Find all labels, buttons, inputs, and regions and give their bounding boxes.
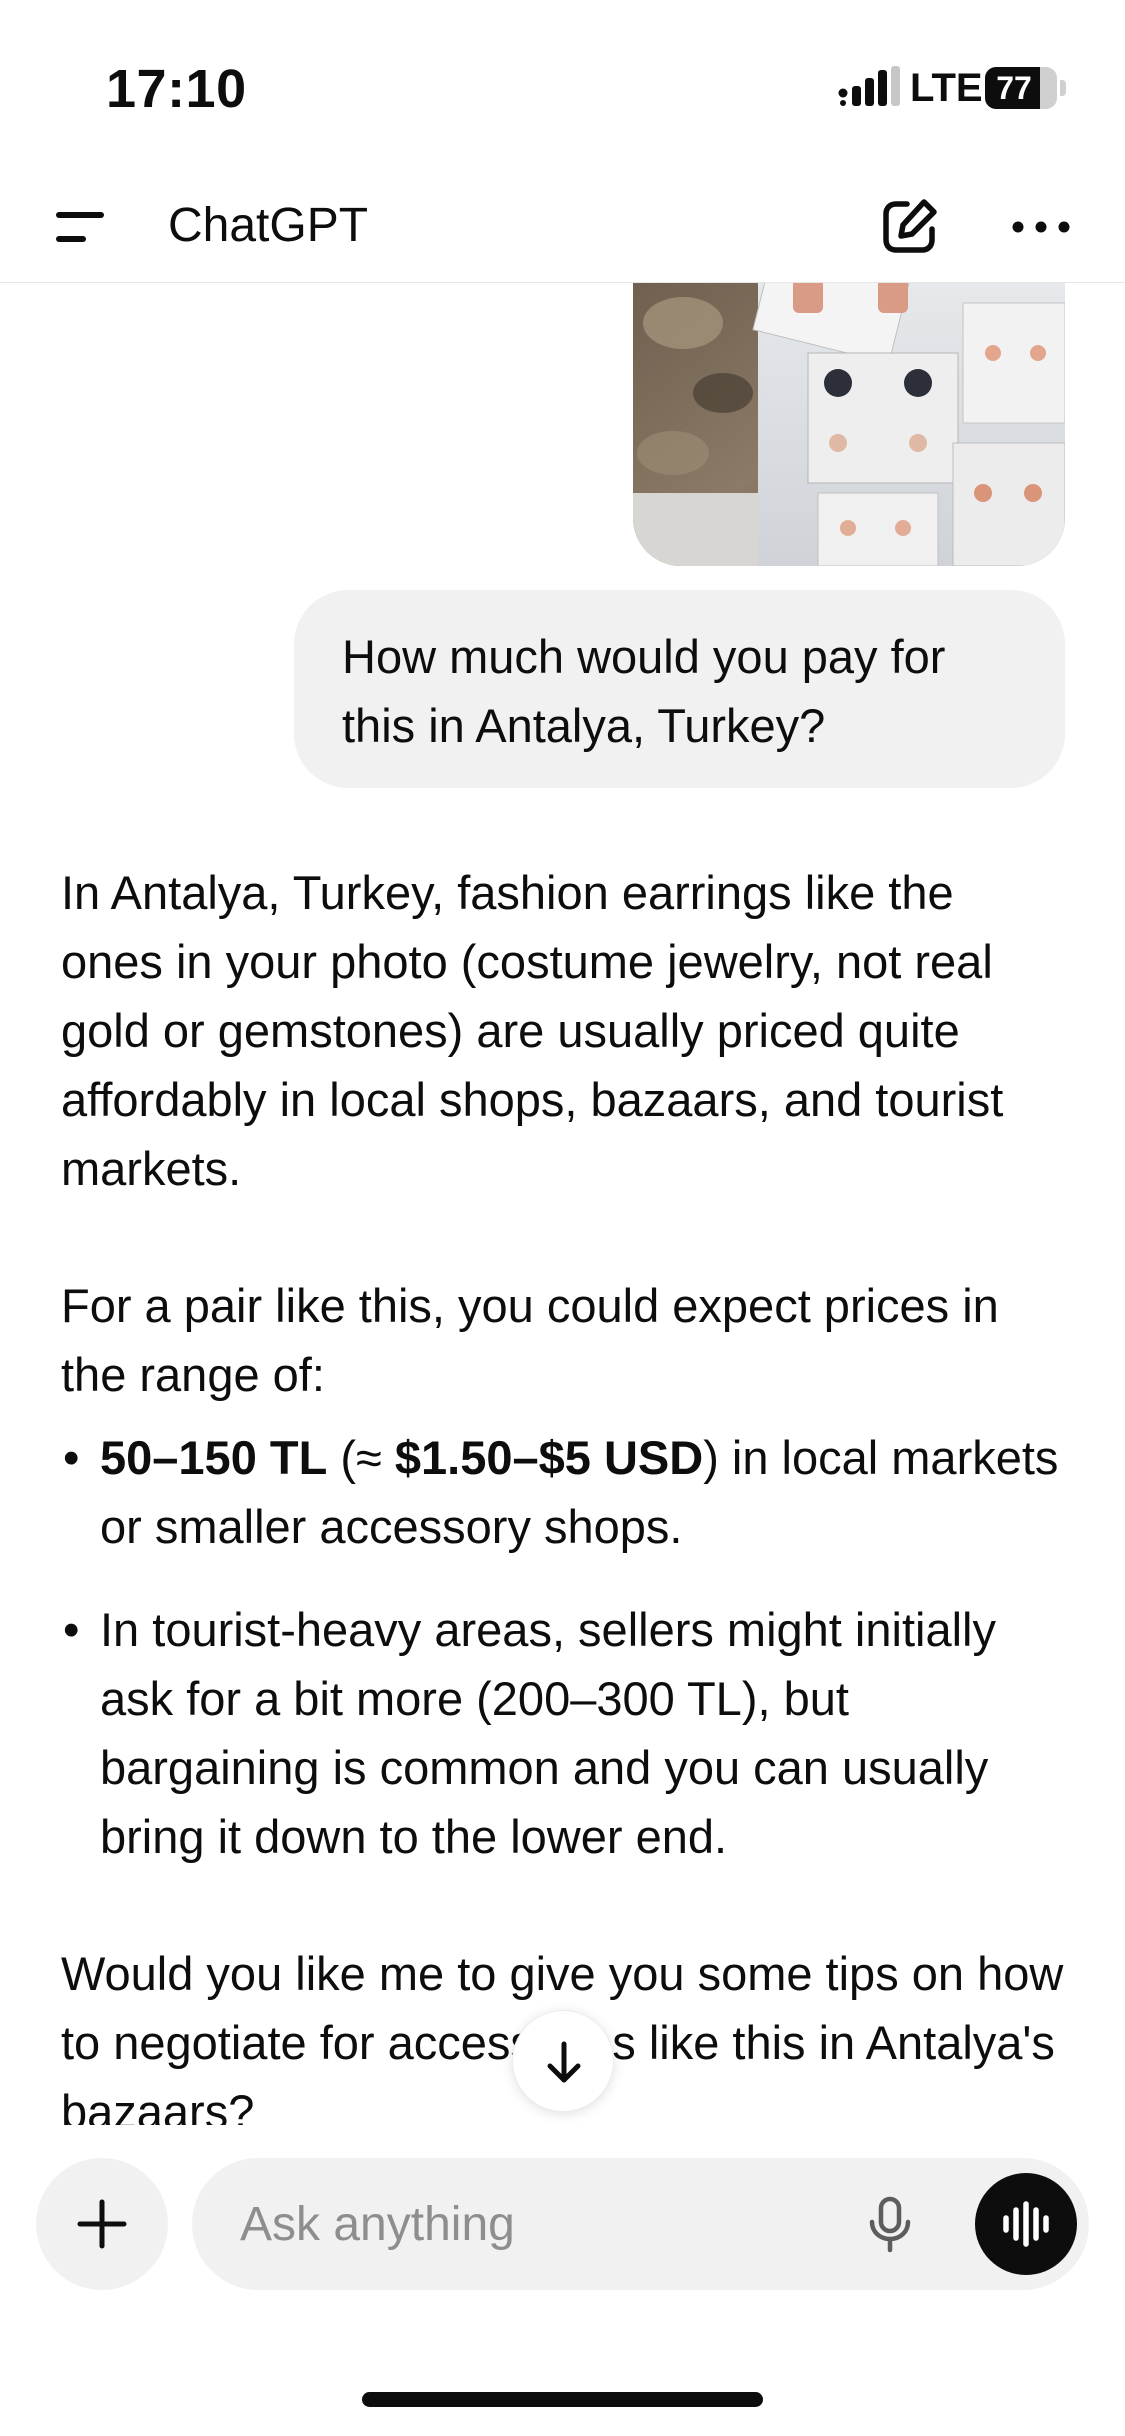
plus-icon: [77, 2199, 127, 2249]
bullet-marker: •: [63, 1603, 80, 1656]
assistant-paragraph-2: For a pair like this, you could expect p…: [61, 1279, 999, 1401]
hamburger-menu-icon: [56, 212, 104, 242]
prompt-input[interactable]: [240, 2158, 800, 2290]
signal-strength-icon: [838, 66, 900, 106]
new-chat-edit-icon: [883, 199, 937, 253]
user-message-text: How much would you pay for this in Antal…: [342, 630, 946, 752]
price-bullet-list: • 50–150 TL (≈ $1.50–$5 USD) in local ma…: [61, 1423, 1066, 1871]
status-time: 17:10: [106, 59, 247, 119]
microphone-icon: [869, 2196, 911, 2253]
battery-icon: 77: [985, 67, 1067, 109]
more-options-button[interactable]: [1008, 194, 1074, 260]
voice-mode-button[interactable]: [975, 2173, 1077, 2275]
menu-button[interactable]: [50, 200, 116, 256]
assistant-message: In Antalya, Turkey, fashion earrings lik…: [61, 858, 1066, 2125]
earrings-photo: [633, 283, 1065, 566]
battery-nub: [1060, 80, 1066, 96]
price-range-tl: 50–150 TL: [100, 1431, 328, 1484]
bullet-marker: •: [63, 1431, 80, 1484]
page-title: ChatGPT: [168, 199, 369, 252]
assistant-paragraph-1: In Antalya, Turkey, fashion earrings lik…: [61, 866, 1004, 1195]
scroll-to-bottom-button[interactable]: [512, 2010, 614, 2112]
network-type: LTE: [910, 66, 983, 110]
status-bar: 17:10 LTE 77: [0, 0, 1125, 170]
add-attachment-button[interactable]: [36, 2158, 168, 2290]
bullet-item-local-price: • 50–150 TL (≈ $1.50–$5 USD) in local ma…: [61, 1423, 1066, 1561]
bullet-item-tourist-price: • In tourist-heavy areas, sellers might …: [61, 1595, 1066, 1871]
dictate-button[interactable]: [860, 2194, 920, 2254]
user-message-bubble[interactable]: How much would you pay for this in Antal…: [294, 590, 1065, 788]
conversation-thread[interactable]: How much would you pay for this in Antal…: [0, 283, 1125, 2125]
user-photo-attachment[interactable]: [633, 283, 1065, 566]
more-ellipsis-icon: [1012, 221, 1070, 233]
arrow-down-icon: [547, 2041, 581, 2083]
message-composer: [0, 2125, 1125, 2436]
nav-header: ChatGPT: [0, 170, 1125, 283]
voice-mode-icon: [1003, 2201, 1049, 2247]
price-range-usd: $1.50–$5 USD: [394, 1431, 704, 1484]
new-chat-button[interactable]: [876, 194, 942, 260]
home-indicator: [362, 2392, 763, 2407]
approx-prefix: (≈: [327, 1431, 395, 1484]
battery-body: 77: [985, 67, 1057, 109]
bullet-2-text: In tourist-heavy areas, sellers might in…: [100, 1603, 996, 1863]
battery-percent: 77: [996, 70, 1032, 106]
chat-screen: 17:10 LTE 77 ChatGPT How much would you …: [0, 0, 1125, 2436]
prompt-input-container[interactable]: [192, 2158, 1089, 2290]
